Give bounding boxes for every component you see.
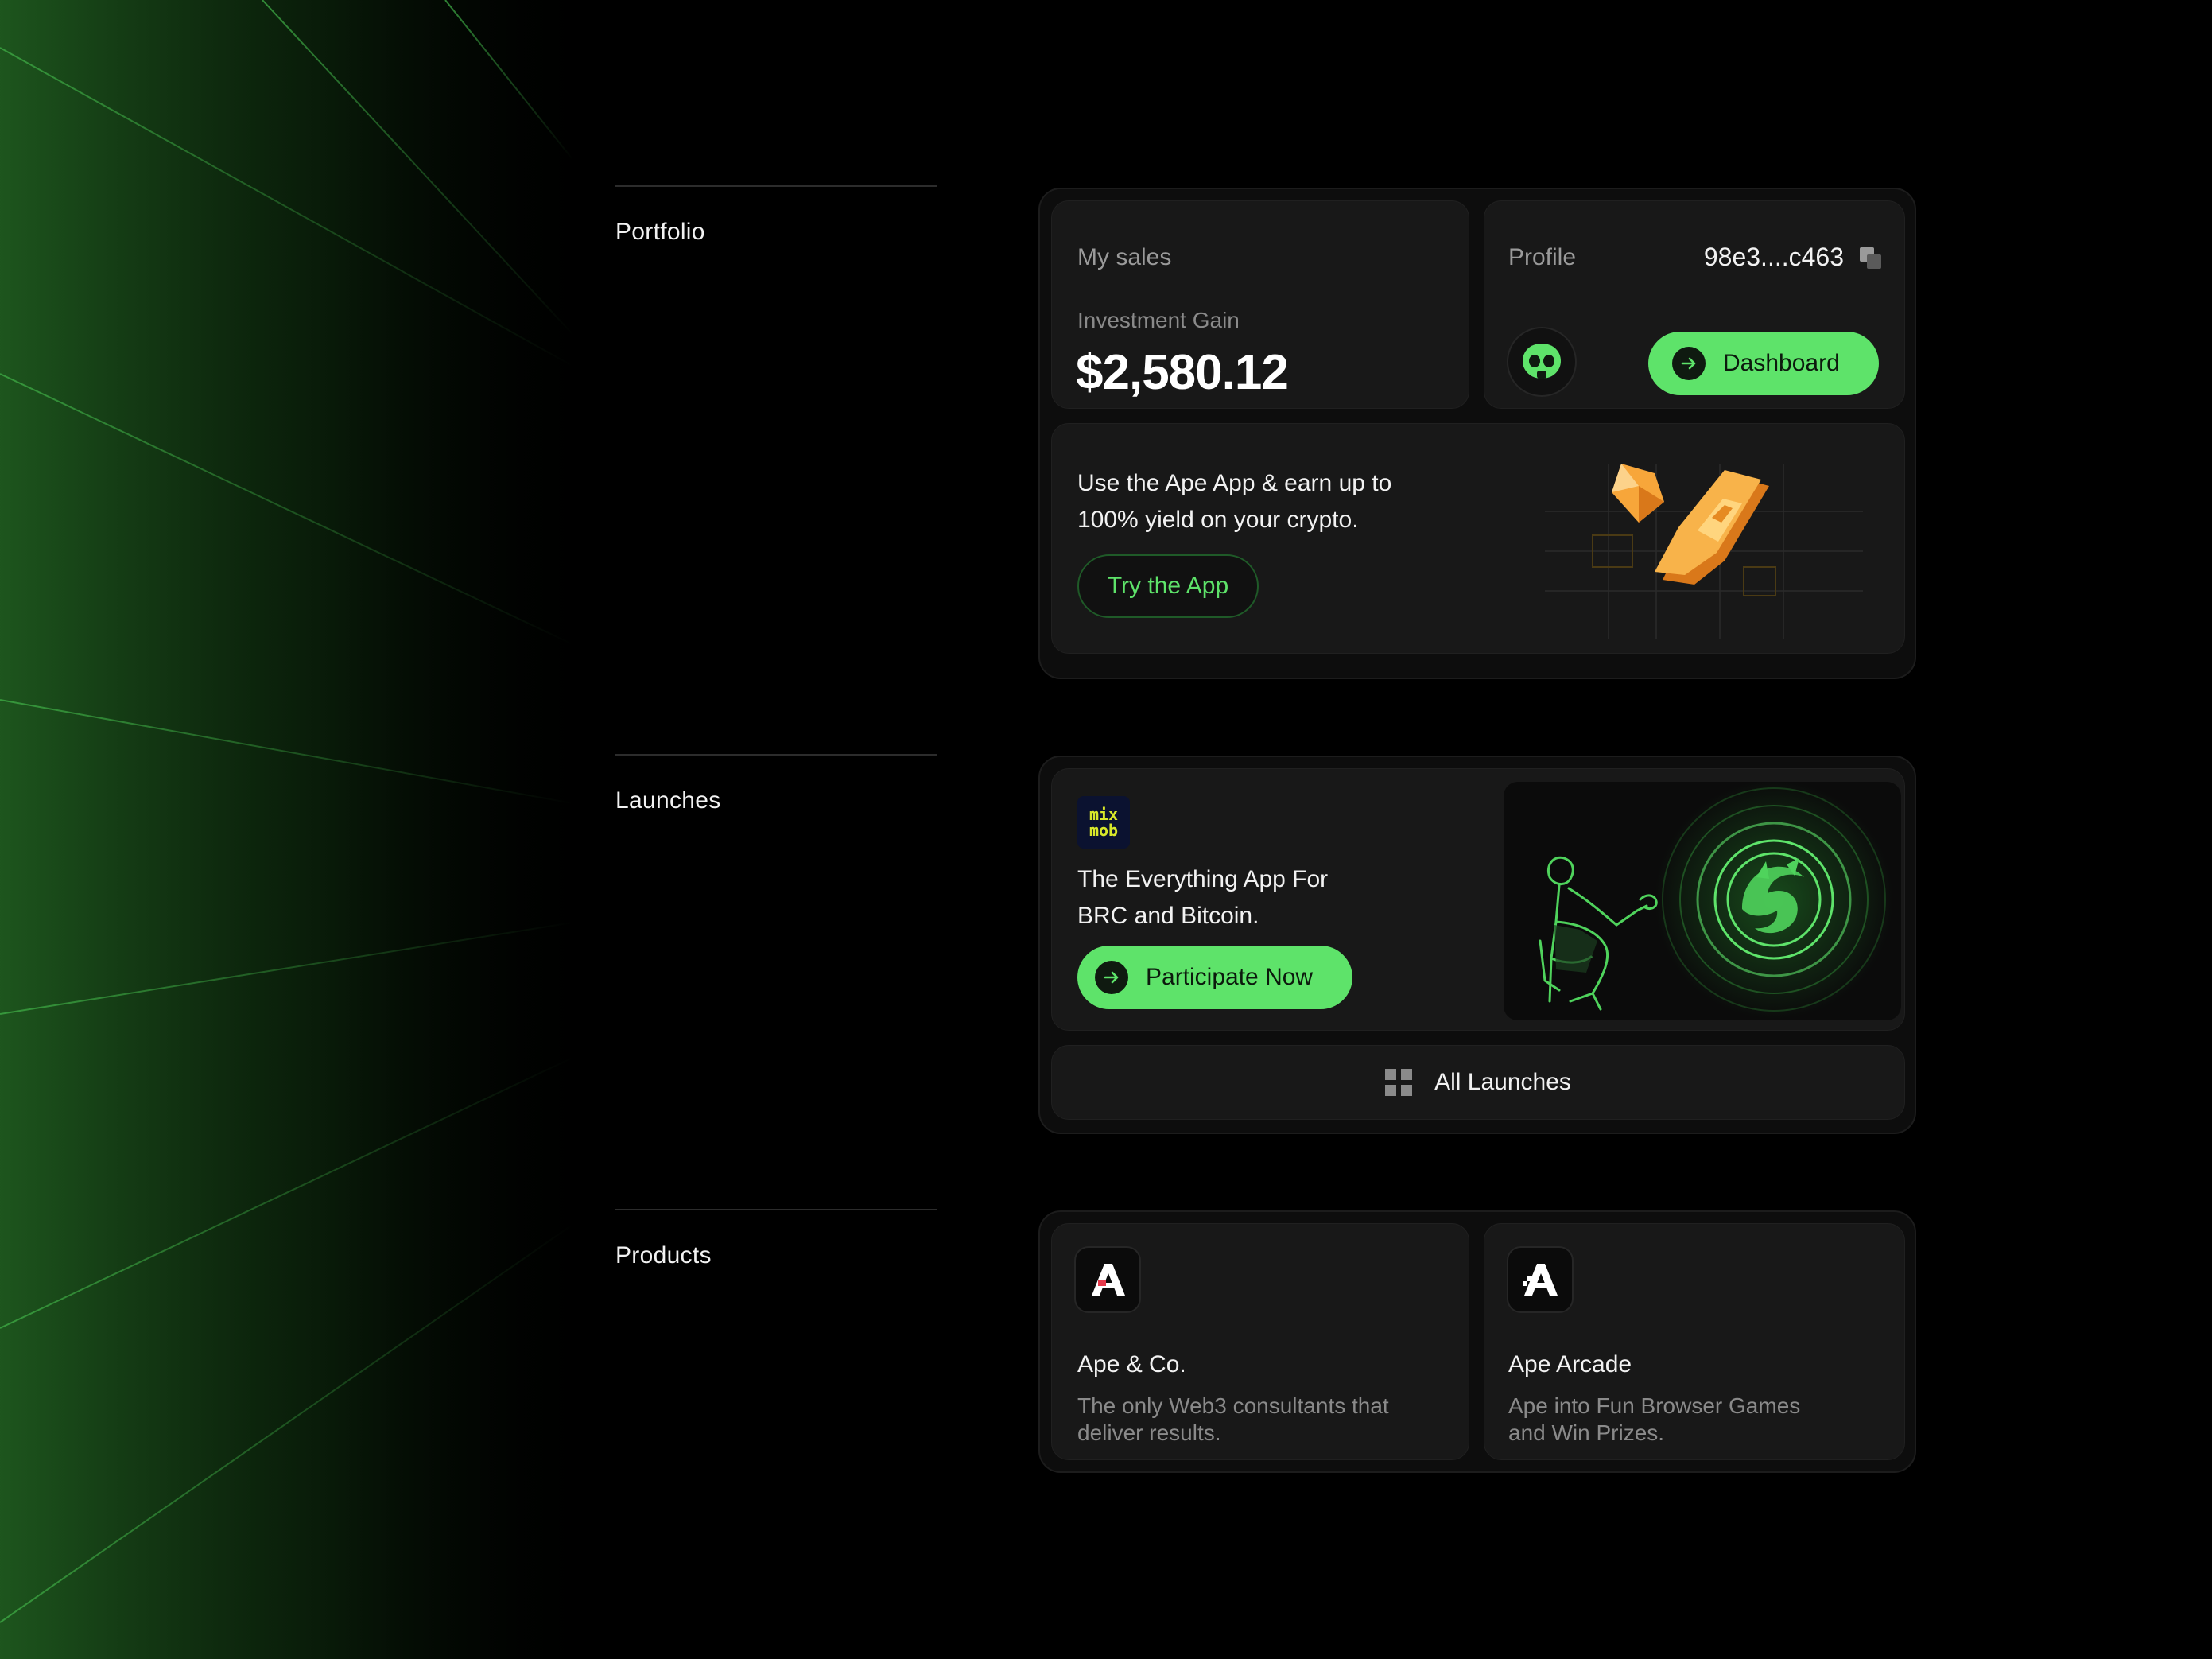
investment-gain-label: Investment Gain [1077, 308, 1240, 332]
all-launches-button[interactable]: All Launches [1051, 1045, 1905, 1120]
product-card-ape-arcade[interactable]: Ape Arcade Ape into Fun Browser Games an… [1484, 1223, 1905, 1460]
all-launches-label: All Launches [1434, 1069, 1571, 1095]
try-the-app-label: Try the App [1107, 573, 1229, 599]
launches-panel: mix mob The Everything App For BRC and B… [1038, 756, 1916, 1134]
participate-now-label: Participate Now [1146, 964, 1314, 990]
avatar[interactable] [1507, 327, 1577, 397]
launch-headline: The Everything App For BRC and Bitcoin. [1077, 861, 1328, 934]
app-root: Portfolio Launches Products My sales Inv… [0, 0, 2212, 1659]
launch-illustration [1504, 782, 1901, 1020]
launch-headline-line2: BRC and Bitcoin. [1077, 903, 1259, 929]
green-grid-backdrop [0, 0, 604, 1659]
product-description-line2: deliver results. [1077, 1420, 1221, 1445]
investment-gain-value: $2,580.12 [1076, 345, 1289, 400]
promo-text-line1: Use the Ape App & earn up to [1077, 470, 1392, 496]
product-description: Ape into Fun Browser Games and Win Prize… [1508, 1393, 1800, 1447]
product-description-line1: The only Web3 consultants that [1077, 1393, 1389, 1418]
participate-now-button[interactable]: Participate Now [1077, 946, 1352, 1009]
product-title: Ape & Co. [1077, 1351, 1186, 1377]
product-title: Ape Arcade [1508, 1351, 1632, 1377]
try-the-app-button[interactable]: Try the App [1077, 554, 1259, 618]
portal-character-illustration [1539, 782, 1893, 1019]
mixmob-logo-text-1: mix [1089, 805, 1119, 824]
dashboard-button-label: Dashboard [1723, 350, 1840, 376]
arrow-right-icon [1672, 347, 1706, 380]
promo-text: Use the Ape App & earn up to 100% yield … [1077, 465, 1391, 538]
ape-avatar-icon [1523, 344, 1561, 379]
product-description: The only Web3 consultants that deliver r… [1077, 1393, 1389, 1447]
ape-co-logo-icon [1074, 1246, 1141, 1313]
mixmob-logo-text-2: mob [1089, 821, 1119, 840]
mixmob-logo-icon: mix mob [1077, 796, 1130, 849]
grid-icon [1385, 1069, 1413, 1096]
wallet-address[interactable]: 98e3....c463 [1704, 243, 1844, 272]
promo-text-line2: 100% yield on your crypto. [1077, 507, 1359, 533]
section-portfolio: Portfolio [615, 185, 937, 246]
product-card-ape-co[interactable]: Ape & Co. The only Web3 consultants that… [1051, 1223, 1469, 1460]
profile-label: Profile [1508, 244, 1577, 270]
section-launches-label: Launches [615, 787, 721, 814]
ape-app-promo-card: Use the Ape App & earn up to 100% yield … [1051, 423, 1905, 654]
products-panel: Ape & Co. The only Web3 consultants that… [1038, 1210, 1916, 1473]
launch-headline-line1: The Everything App For [1077, 866, 1329, 892]
section-launches: Launches [615, 754, 937, 814]
my-sales-label: My sales [1077, 244, 1172, 270]
gold-coin-gem-illustration [1545, 464, 1863, 639]
arrow-right-icon [1095, 961, 1128, 994]
section-products-label: Products [615, 1242, 712, 1269]
profile-card: Profile 98e3....c463 Dashboard [1484, 200, 1905, 409]
portfolio-panel: My sales Investment Gain $2,580.12 Profi… [1038, 188, 1916, 679]
featured-launch-card: mix mob The Everything App For BRC and B… [1051, 768, 1905, 1031]
section-portfolio-label: Portfolio [615, 219, 705, 245]
section-products: Products [615, 1209, 937, 1269]
dashboard-button[interactable]: Dashboard [1648, 332, 1879, 395]
product-description-line1: Ape into Fun Browser Games [1508, 1393, 1801, 1418]
copy-icon[interactable] [1860, 247, 1882, 270]
ape-arcade-logo-icon [1507, 1246, 1574, 1313]
my-sales-card: My sales Investment Gain $2,580.12 [1051, 200, 1469, 409]
product-description-line2: and Win Prizes. [1508, 1420, 1665, 1445]
